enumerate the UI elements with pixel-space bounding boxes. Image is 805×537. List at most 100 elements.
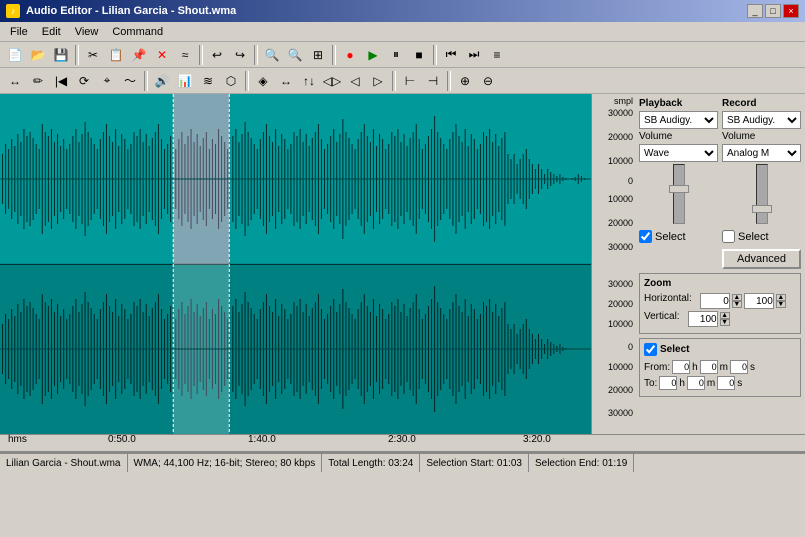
- sep7: [245, 71, 249, 91]
- loop-tool[interactable]: ⟳: [73, 70, 95, 92]
- marker-tool[interactable]: |◀: [50, 70, 72, 92]
- record-volume-device-select[interactable]: Analog M: [722, 144, 801, 162]
- prev-button[interactable]: ⏮: [440, 44, 462, 66]
- save-button[interactable]: 💾: [50, 44, 72, 66]
- stop-button[interactable]: ■: [408, 44, 430, 66]
- record-select-checkbox[interactable]: [722, 230, 735, 243]
- draw-tool[interactable]: ✏: [27, 70, 49, 92]
- close-button[interactable]: ×: [783, 4, 799, 18]
- sep1: [75, 45, 79, 65]
- fade2-tool[interactable]: ▷: [367, 70, 389, 92]
- extra-tool[interactable]: ⊕: [454, 70, 476, 92]
- zoom-out-button[interactable]: 🔍: [261, 44, 283, 66]
- from-s-input[interactable]: [730, 360, 748, 374]
- maximize-button[interactable]: □: [765, 4, 781, 18]
- to-h-sep: h: [679, 378, 685, 389]
- zoom-in-button[interactable]: 🔍: [284, 44, 306, 66]
- speaker-tool[interactable]: 🔊: [151, 70, 173, 92]
- sep6: [144, 71, 148, 91]
- zoom-v-down[interactable]: ▼: [720, 319, 730, 326]
- extra2-tool[interactable]: ⊖: [477, 70, 499, 92]
- sep2: [199, 45, 203, 65]
- zoom-horizontal-start-input[interactable]: [700, 293, 730, 309]
- record-button[interactable]: ●: [339, 44, 361, 66]
- zoom-vertical-input[interactable]: [688, 311, 718, 327]
- cut-button[interactable]: ✂: [82, 44, 104, 66]
- next-button[interactable]: ⏭: [463, 44, 485, 66]
- record-volume-thumb[interactable]: [752, 205, 772, 213]
- filter-tool[interactable]: ◈: [252, 70, 274, 92]
- zoom-horizontal-end-input[interactable]: [744, 293, 774, 309]
- zoom-section: Zoom Horizontal: ▲ ▼ ▲ ▼ Vertic: [639, 273, 801, 334]
- to-m-input[interactable]: [687, 376, 705, 390]
- new-button[interactable]: 📄: [4, 44, 26, 66]
- open-button[interactable]: 📂: [27, 44, 49, 66]
- zoom-horizontal-end-spin[interactable]: ▲ ▼: [776, 294, 786, 308]
- playback-volume-thumb[interactable]: [669, 185, 689, 193]
- copy-button[interactable]: 📋: [105, 44, 127, 66]
- advanced-button[interactable]: Advanced: [722, 249, 801, 269]
- playback-volume-device-select[interactable]: Wave: [639, 144, 718, 162]
- waveform-area[interactable]: smpl 30000 20000 10000 0 10000 20000 300…: [0, 94, 635, 434]
- vol-tool[interactable]: ◁▷: [321, 70, 343, 92]
- to-s-input[interactable]: [717, 376, 735, 390]
- zoom-v-up[interactable]: ▲: [720, 312, 730, 319]
- zoom-h-start-down[interactable]: ▼: [732, 301, 742, 308]
- graph-tool[interactable]: 📊: [174, 70, 196, 92]
- fade-tool[interactable]: ◁: [344, 70, 366, 92]
- pause-button[interactable]: ⏸: [385, 44, 407, 66]
- misc-button[interactable]: ≡: [486, 44, 508, 66]
- record-volume-track[interactable]: [756, 164, 768, 224]
- play-button[interactable]: ▶: [362, 44, 384, 66]
- pitch-tool[interactable]: ↑↓: [298, 70, 320, 92]
- waveform-svg: [0, 94, 591, 434]
- sep8: [392, 71, 396, 91]
- menu-command[interactable]: Command: [106, 25, 169, 39]
- from-m-input[interactable]: [700, 360, 718, 374]
- minimize-button[interactable]: _: [747, 4, 763, 18]
- special-button[interactable]: ≈: [174, 44, 196, 66]
- zoom-horizontal-field: ▲ ▼ ▲ ▼: [700, 293, 786, 309]
- to-label: To:: [644, 378, 657, 389]
- menu-view[interactable]: View: [69, 25, 105, 39]
- playback-device-select[interactable]: SB Audigy.: [639, 111, 718, 129]
- playback-select-row: Select: [639, 230, 718, 243]
- from-row: From: h m s: [644, 360, 796, 374]
- delete-button[interactable]: ✕: [151, 44, 173, 66]
- paste-button[interactable]: 📌: [128, 44, 150, 66]
- to-row: To: h m s: [644, 376, 796, 390]
- zoom-h-end-up[interactable]: ▲: [776, 294, 786, 301]
- zoom-tool[interactable]: ⌖: [96, 70, 118, 92]
- spectrum-tool[interactable]: ⬡: [220, 70, 242, 92]
- zoom-fit-button[interactable]: ⊞: [307, 44, 329, 66]
- zoom-h-start-up[interactable]: ▲: [732, 294, 742, 301]
- toolbar-1: 📄 📂 💾 ✂ 📋 📌 ✕ ≈ ↩ ↪ 🔍 🔍 ⊞ ● ▶ ⏸ ■ ⏮ ⏭ ≡: [0, 42, 805, 68]
- mark2-tool[interactable]: ⊣: [422, 70, 444, 92]
- undo-button[interactable]: ↩: [206, 44, 228, 66]
- status-length: Total Length: 03:24: [322, 454, 420, 472]
- zoom-horizontal-start-spin[interactable]: ▲ ▼: [732, 294, 742, 308]
- reverse-tool[interactable]: ↔: [275, 70, 297, 92]
- title-bar: ♪ Audio Editor - Lilian Garcia - Shout.w…: [0, 0, 805, 22]
- select-section-label: Select: [660, 344, 689, 355]
- timeline-label-4: 3:20.0: [523, 434, 551, 445]
- to-h-input[interactable]: [659, 376, 677, 390]
- mark-tool[interactable]: ⊢: [399, 70, 421, 92]
- select-tool[interactable]: ↔: [4, 70, 26, 92]
- eq-tool[interactable]: ≋: [197, 70, 219, 92]
- wave-tool[interactable]: 〜: [119, 70, 141, 92]
- menu-file[interactable]: File: [4, 25, 34, 39]
- playback-volume-track[interactable]: [673, 164, 685, 224]
- zoom-vertical-spin[interactable]: ▲ ▼: [720, 312, 730, 326]
- playback-select-checkbox[interactable]: [639, 230, 652, 243]
- zoom-h-end-down[interactable]: ▼: [776, 301, 786, 308]
- record-title: Record: [722, 98, 801, 109]
- waveform-display[interactable]: [0, 94, 591, 434]
- redo-button[interactable]: ↪: [229, 44, 251, 66]
- from-s-sep: s: [750, 362, 755, 373]
- from-h-input[interactable]: [672, 360, 690, 374]
- select-section-checkbox[interactable]: [644, 343, 657, 356]
- menu-edit[interactable]: Edit: [36, 25, 67, 39]
- window-controls[interactable]: _ □ ×: [747, 4, 799, 18]
- record-device-select[interactable]: SB Audigy.: [722, 111, 801, 129]
